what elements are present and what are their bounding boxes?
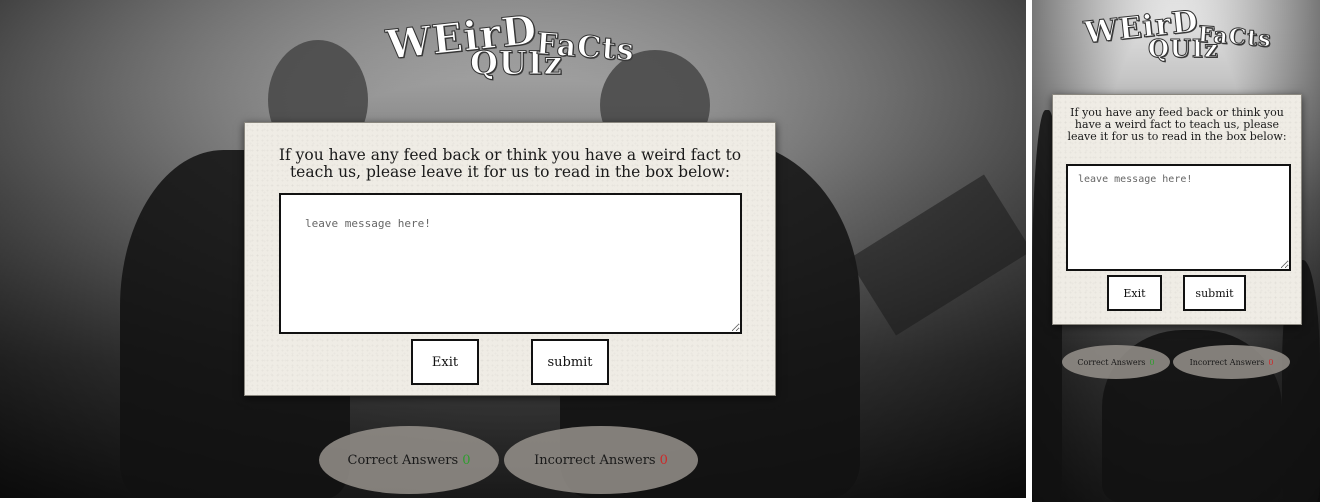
correct-answers-badge: Correct Answers 0 [1062,345,1170,379]
feedback-card: If you have any feed back or think you h… [244,122,776,396]
incorrect-answers-badge: Incorrect Answers 0 [504,426,698,494]
incorrect-answers-label: Incorrect Answers [1189,357,1265,367]
correct-answers-label: Correct Answers [347,452,459,468]
incorrect-answers-label: Incorrect Answers [534,452,656,468]
correct-answers-count: 0 [462,452,471,468]
exit-button[interactable]: Exit [1107,275,1162,311]
feedback-card: If you have any feed back or think you h… [1052,94,1302,325]
mobile-view: WEirD QUIz FaCts If you have any feed ba… [1032,0,1320,502]
logo-word-facts: FaCts [1197,21,1273,53]
incorrect-answers-count: 0 [659,452,668,468]
correct-answers-count: 0 [1149,357,1155,367]
incorrect-answers-badge: Incorrect Answers 0 [1173,345,1290,379]
feedback-message-input[interactable] [279,193,742,334]
logo-word-facts: FaCts [534,26,636,69]
exit-button[interactable]: Exit [411,339,479,385]
feedback-message-input[interactable] [1066,164,1291,271]
incorrect-answers-count: 0 [1268,357,1274,367]
submit-button[interactable]: submit [1183,275,1246,311]
correct-answers-label: Correct Answers [1077,357,1146,367]
submit-button[interactable]: submit [531,339,609,385]
site-logo: WEirD QUIz FaCts [383,0,646,96]
feedback-prompt: If you have any feed back or think you h… [278,146,742,181]
site-logo: WEirD QUIz FaCts [1082,0,1280,72]
correct-answers-badge: Correct Answers 0 [319,426,499,494]
desktop-view: WEirD QUIz FaCts If you have any feed ba… [0,0,1026,498]
feedback-prompt: If you have any feed back or think you h… [1067,106,1287,143]
